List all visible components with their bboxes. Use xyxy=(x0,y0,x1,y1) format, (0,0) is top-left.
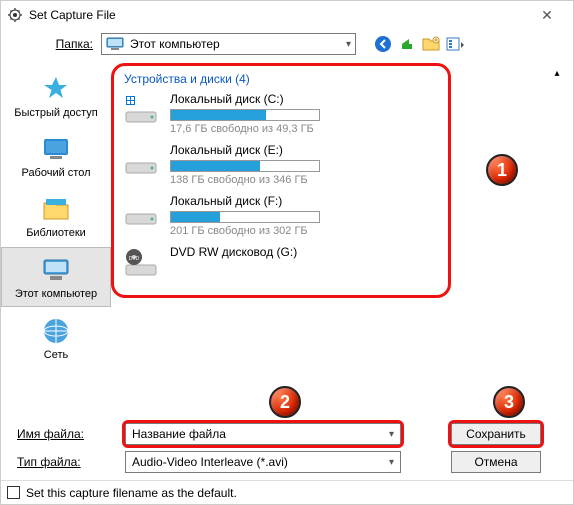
drive-item[interactable]: Локальный диск (E:) 138 ГБ свободно из 3… xyxy=(124,143,438,186)
drive-item[interactable]: DVD DVD RW дисковод (G:) xyxy=(124,245,438,281)
devices-header: Устройства и диски (4) xyxy=(124,72,438,86)
folder-label: Папка: xyxy=(13,37,93,51)
up-icon[interactable] xyxy=(398,35,416,53)
drive-usage-bar xyxy=(170,109,320,121)
close-button[interactable]: ✕ xyxy=(527,2,567,28)
annotation-badge-3: 3 xyxy=(493,386,525,418)
sidebar-item-desktop[interactable]: Рабочий стол xyxy=(1,127,111,185)
sidebar-item-network[interactable]: Сеть xyxy=(1,309,111,367)
filename-combobox[interactable]: Название файла ▾ xyxy=(125,423,401,445)
drive-usage-bar xyxy=(170,160,320,172)
drive-name: Локальный диск (F:) xyxy=(170,194,438,208)
sidebar-item-label: Рабочий стол xyxy=(21,167,90,179)
sidebar-item-label: Быстрый доступ xyxy=(14,107,98,119)
filetype-label: Тип файла: xyxy=(17,455,117,469)
drive-icon xyxy=(124,194,160,230)
computer-icon xyxy=(106,37,124,51)
drive-item[interactable]: Локальный диск (F:) 201 ГБ свободно из 3… xyxy=(124,194,438,237)
new-folder-icon[interactable] xyxy=(422,35,440,53)
sidebar-item-libraries[interactable]: Библиотеки xyxy=(1,187,111,245)
folder-value: Этот компьютер xyxy=(130,37,220,51)
filetype-value: Audio-Video Interleave (*.avi) xyxy=(132,455,288,469)
chevron-down-icon: ▾ xyxy=(346,39,351,50)
chevron-down-icon: ▾ xyxy=(389,429,394,440)
annotation-badge-2: 2 xyxy=(269,386,301,418)
library-icon xyxy=(40,193,72,225)
sidebar-item-this-pc[interactable]: Этот компьютер xyxy=(1,247,111,307)
desktop-icon xyxy=(40,133,72,165)
cancel-button-label: Отмена xyxy=(474,455,517,469)
devices-panel: Устройства и диски (4) Локальный диск (C… xyxy=(111,63,451,298)
back-icon[interactable] xyxy=(374,35,392,53)
star-icon xyxy=(40,73,72,105)
network-icon xyxy=(40,315,72,347)
svg-text:DVD: DVD xyxy=(129,256,140,262)
folder-select[interactable]: Этот компьютер ▾ xyxy=(101,33,356,55)
drive-icon xyxy=(124,92,160,128)
sidebar-item-label: Сеть xyxy=(44,349,68,361)
sidebar: Быстрый доступ Рабочий стол Библиотеки Э… xyxy=(1,59,111,414)
sidebar-item-label: Этот компьютер xyxy=(15,288,97,300)
filename-label: Имя файла: xyxy=(17,427,117,441)
drive-usage-bar xyxy=(170,211,320,223)
scroll-up-icon[interactable]: ▴ xyxy=(549,65,565,81)
view-icon[interactable] xyxy=(446,35,464,53)
filename-value: Название файла xyxy=(132,427,226,441)
sidebar-item-label: Библиотеки xyxy=(26,227,86,239)
save-button[interactable]: Сохранить xyxy=(451,423,541,445)
drive-name: Локальный диск (E:) xyxy=(170,143,438,157)
drive-info: 17,6 ГБ свободно из 49,3 ГБ xyxy=(170,123,438,135)
drive-info: 201 ГБ свободно из 302 ГБ xyxy=(170,225,438,237)
default-filename-label: Set this capture filename as the default… xyxy=(26,486,237,500)
sidebar-item-quick-access[interactable]: Быстрый доступ xyxy=(1,67,111,125)
computer-icon xyxy=(40,254,72,286)
window-title: Set Capture File xyxy=(29,8,527,22)
chevron-down-icon: ▾ xyxy=(389,457,394,468)
save-button-label: Сохранить xyxy=(466,427,526,441)
drive-name: DVD RW дисковод (G:) xyxy=(170,245,438,259)
drive-item[interactable]: Локальный диск (C:) 17,6 ГБ свободно из … xyxy=(124,92,438,135)
drive-info: 138 ГБ свободно из 346 ГБ xyxy=(170,174,438,186)
filetype-combobox[interactable]: Audio-Video Interleave (*.avi) ▾ xyxy=(125,451,401,473)
annotation-badge-1: 1 xyxy=(486,154,518,186)
cancel-button[interactable]: Отмена xyxy=(451,451,541,473)
dvd-icon: DVD xyxy=(124,245,160,281)
drive-icon xyxy=(124,143,160,179)
gear-icon xyxy=(7,7,23,23)
drive-name: Локальный диск (C:) xyxy=(170,92,438,106)
default-filename-checkbox[interactable] xyxy=(7,486,20,499)
